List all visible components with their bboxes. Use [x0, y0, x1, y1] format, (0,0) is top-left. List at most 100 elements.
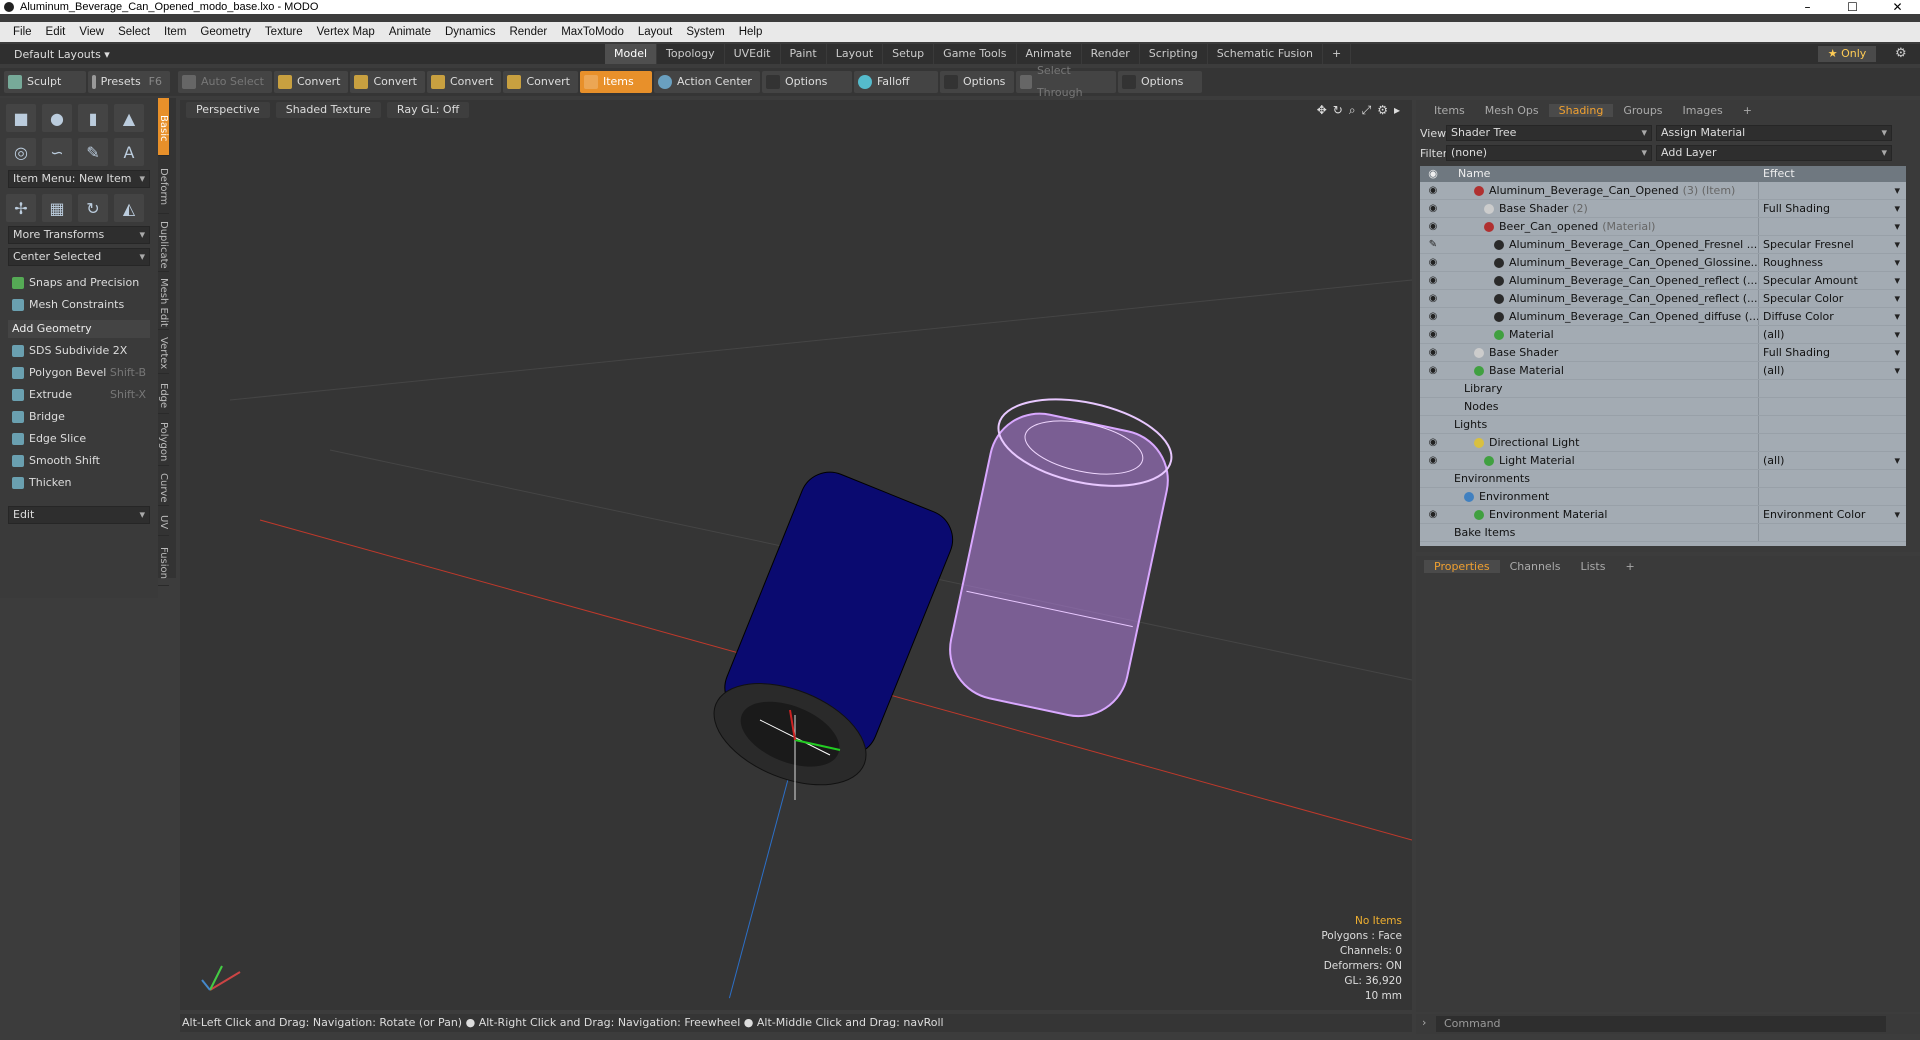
shader-tree-row[interactable]: ◉ Base Shader (2) Full Shading [1420, 200, 1906, 218]
menu-help[interactable]: Help [739, 26, 763, 38]
shader-item-name-cell[interactable]: Light Material [1446, 452, 1759, 469]
items-button[interactable]: Items [579, 71, 652, 93]
center-selected-dropdown[interactable]: Center Selected [8, 248, 150, 266]
only-button[interactable]: ★ Only [1818, 46, 1876, 62]
expand-icon[interactable]: ▸ [1394, 103, 1400, 118]
shader-item-name-cell[interactable]: Environment Material [1446, 506, 1759, 523]
menu-geometry[interactable]: Geometry [200, 26, 251, 38]
effect-column-header[interactable]: Effect [1759, 166, 1795, 182]
tube-icon[interactable]: ∽ [42, 138, 72, 166]
close-button[interactable]: ✕ [1875, 0, 1920, 14]
convert-button-2[interactable]: Convert [350, 71, 425, 93]
effect-dropdown[interactable]: (all) [1759, 362, 1906, 380]
sculpt-button[interactable]: Sculpt [4, 71, 86, 93]
effect-dropdown[interactable] [1759, 218, 1906, 236]
shader-tree-row[interactable]: Environment [1420, 488, 1906, 506]
menu-view[interactable]: View [79, 26, 104, 38]
add-properties-tab-button[interactable]: + [1615, 560, 1644, 573]
shader-tree-row[interactable]: ◉ Aluminum_Beverage_Can_Opened_reflect (.… [1420, 290, 1906, 308]
item-menu-dropdown[interactable]: Item Menu: New Item [8, 170, 150, 188]
maximize-button[interactable]: ☐ [1830, 0, 1875, 14]
shader-item-name-cell[interactable]: Beer_Can_opened (Material) [1446, 218, 1759, 235]
shader-tree-row[interactable]: ◉ Light Material (all) [1420, 452, 1906, 470]
transform-icon[interactable]: ✢ [6, 194, 36, 222]
convert-button-3[interactable]: Convert [426, 71, 502, 93]
shader-tree-row[interactable]: ◉ Base Material (all) [1420, 362, 1906, 380]
tab-topology[interactable]: Topology [657, 44, 725, 64]
menu-edit[interactable]: Edit [46, 26, 66, 38]
shader-tree-row[interactable]: ◉ Aluminum_Beverage_Can_Opened (3) (Item) [1420, 182, 1906, 200]
rotate-icon[interactable]: ↻ [78, 194, 108, 222]
shading-mode-dropdown[interactable]: Shaded Texture [275, 102, 381, 118]
pan-icon[interactable]: ✥ [1317, 103, 1327, 118]
visibility-empty[interactable] [1420, 398, 1446, 415]
more-transforms-dropdown[interactable]: More Transforms [8, 226, 150, 244]
shader-tree-row[interactable]: Lights [1420, 416, 1906, 434]
tab-layout[interactable]: Layout [827, 44, 884, 64]
shader-item-name-cell[interactable]: Aluminum_Beverage_Can_Opened_reflect (..… [1446, 272, 1759, 289]
pen-icon[interactable]: ✎ [78, 138, 108, 166]
shader-item-name-cell[interactable]: Bake Items [1446, 524, 1759, 541]
visibility-empty[interactable] [1420, 416, 1446, 433]
tab-scripting[interactable]: Scripting [1140, 44, 1208, 64]
sidetab-deform[interactable]: Deform [158, 156, 169, 214]
shader-tree-row[interactable]: Bake Items [1420, 524, 1906, 542]
tab-setup[interactable]: Setup [883, 44, 935, 64]
add-tab-button[interactable]: + [1323, 44, 1352, 64]
auto-select-button[interactable]: Auto Select [178, 71, 272, 93]
menu-dynamics[interactable]: Dynamics [445, 26, 495, 38]
tool-sds-subdivide[interactable]: SDS Subdivide 2X [8, 342, 150, 360]
sidetab-polygon[interactable]: Polygon [158, 414, 169, 466]
visibility-empty[interactable] [1420, 470, 1446, 487]
shader-tree-row[interactable]: ◉ Environment Material Environment Color [1420, 506, 1906, 524]
scale-icon[interactable]: ◭ [114, 194, 144, 222]
convert-button-4[interactable]: Convert [503, 71, 578, 93]
effect-dropdown[interactable] [1759, 182, 1906, 200]
visibility-eye-icon[interactable]: ◉ [1420, 218, 1446, 235]
3d-viewport[interactable]: Perspective Shaded Texture Ray GL: Off ✥… [180, 100, 1412, 1010]
visibility-eye-icon[interactable]: ◉ [1420, 272, 1446, 289]
effect-dropdown[interactable]: Full Shading [1759, 200, 1906, 218]
fit-icon[interactable]: ⤢ [1362, 103, 1372, 118]
shader-tree-row[interactable]: Environments [1420, 470, 1906, 488]
options-button-2[interactable]: Options [939, 71, 1014, 93]
add-geometry-section[interactable]: Add Geometry [8, 320, 150, 338]
shader-item-name-cell[interactable]: Library [1446, 380, 1759, 397]
menu-system[interactable]: System [686, 26, 724, 38]
shader-item-name-cell[interactable]: Material [1446, 326, 1759, 343]
shader-item-name-cell[interactable]: Base Shader (2) [1446, 200, 1759, 217]
tab-images[interactable]: Images [1673, 104, 1733, 117]
shader-tree-row[interactable]: ✎ Aluminum_Beverage_Can_Opened_Fresnel ..… [1420, 236, 1906, 254]
mesh-constraints-button[interactable]: Mesh Constraints [8, 296, 150, 314]
action-center-button[interactable]: Action Center [653, 71, 760, 93]
shader-tree-row[interactable]: ◉ Material (all) [1420, 326, 1906, 344]
visibility-eye-icon[interactable]: ◉ [1420, 452, 1446, 469]
add-layer-dropdown[interactable]: Add Layer [1656, 145, 1892, 161]
shader-item-name-cell[interactable]: Nodes [1446, 398, 1759, 415]
filter-dropdown[interactable]: (none) [1446, 145, 1652, 161]
edit-dropdown[interactable]: Edit [8, 506, 150, 524]
visibility-empty[interactable] [1420, 488, 1446, 505]
tab-items[interactable]: Items [1424, 104, 1475, 117]
visibility-empty[interactable] [1420, 524, 1446, 541]
shader-tree-row[interactable]: ◉ Aluminum_Beverage_Can_Opened_reflect (.… [1420, 272, 1906, 290]
shader-item-name-cell[interactable]: Environments [1446, 470, 1759, 487]
effect-dropdown[interactable]: Specular Amount [1759, 272, 1906, 290]
visibility-eye-icon[interactable]: ◉ [1420, 344, 1446, 361]
menu-texture[interactable]: Texture [265, 26, 303, 38]
menu-vertex-map[interactable]: Vertex Map [317, 26, 375, 38]
snaps-precision-button[interactable]: Snaps and Precision [8, 274, 150, 292]
sidetab-edge[interactable]: Edge [158, 374, 169, 414]
cone-icon[interactable]: ▲ [114, 104, 144, 132]
visibility-eye-icon[interactable]: ◉ [1420, 326, 1446, 343]
tab-mesh-ops[interactable]: Mesh Ops [1475, 104, 1549, 117]
tab-model[interactable]: Model [605, 44, 658, 64]
perspective-dropdown[interactable]: Perspective [186, 102, 270, 118]
effect-dropdown[interactable]: Environment Color [1759, 506, 1906, 524]
effect-dropdown[interactable]: (all) [1759, 452, 1906, 470]
default-layouts-dropdown[interactable]: Default Layouts ▾ [14, 48, 110, 61]
visibility-eye-icon[interactable]: ◉ [1420, 200, 1446, 217]
command-input[interactable]: Command [1436, 1016, 1886, 1032]
shader-tree-row[interactable]: ◉ Aluminum_Beverage_Can_Opened_diffuse (.… [1420, 308, 1906, 326]
presets-button[interactable]: Presets F6 [88, 71, 170, 93]
